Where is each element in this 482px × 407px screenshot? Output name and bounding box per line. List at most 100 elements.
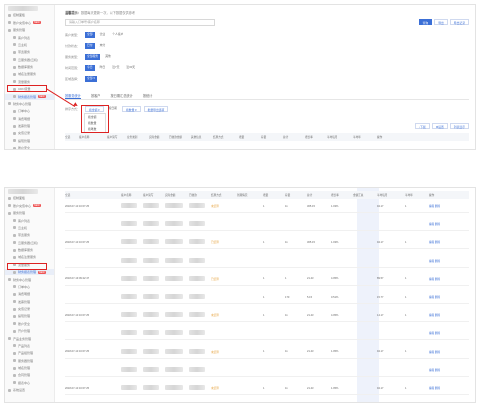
sidebar-item[interactable]: 消费明细 [5, 291, 54, 297]
row-actions: 编辑 删除 [429, 204, 449, 208]
sidebar-item[interactable]: 提现管理 [5, 313, 54, 319]
sidebar-item[interactable]: 服务管理 [5, 210, 54, 216]
sidebar-item[interactable]: 云主机 [5, 42, 54, 48]
column-header: 其他信息 [191, 136, 202, 139]
sidebar-item[interactable]: 产品列表 [5, 343, 54, 349]
tab[interactable]: 按日期汇总统计 [111, 92, 133, 99]
table-row: 2018-07-13 16:07:25 未结算 1 11 21.43 1.05% 94.17… [65, 382, 469, 395]
batch-export-button[interactable]: 批量导出选项 [143, 106, 169, 112]
filter-chip[interactable]: 已付 [85, 43, 95, 49]
filter-chip[interactable]: 近7天 [110, 65, 121, 71]
sidebar-item[interactable]: 流量服务 [5, 79, 54, 85]
sidebar-item[interactable]: 系统设置 [5, 387, 54, 393]
sidebar-item[interactable]: 域名注册服务 [5, 254, 54, 260]
filter-label: 服务类型： [65, 54, 81, 59]
sidebar-item[interactable]: 账户安全 [5, 321, 54, 327]
sidebar-item[interactable]: 产品业务管理 [5, 336, 54, 342]
sidebar-item[interactable]: 财务报表管理 NEW [5, 93, 54, 100]
received [189, 348, 211, 355]
blurred-value [165, 348, 183, 354]
blurred-value [165, 221, 183, 227]
sidebar-item[interactable]: 账户充值中心 NEW [5, 20, 54, 26]
filter-chip[interactable]: 全部 [85, 32, 95, 38]
sidebar-item[interactable]: 充值记录 [5, 306, 54, 312]
sidebar-item[interactable]: 发票管理 [5, 123, 54, 129]
menu-icon [13, 329, 16, 333]
row-action-link[interactable]: 删除 [435, 314, 440, 317]
sidebar-item[interactable]: 开户管理 [5, 328, 54, 334]
sidebar-item[interactable]: 云主机 [5, 225, 54, 231]
filter-chip[interactable]: 全部服务 [85, 54, 101, 60]
tab[interactable]: 按客户 [91, 92, 101, 99]
row-action-link[interactable]: 删除 [435, 369, 440, 372]
sidebar-item[interactable]: 服务管理 [5, 27, 54, 33]
sidebar-item[interactable]: 服务器管理 [5, 358, 54, 364]
amount [165, 239, 189, 245]
sidebar-item-label: 域名注册服务 [18, 72, 37, 77]
sidebar-item[interactable]: 报表中心 [5, 380, 54, 386]
filter-row: 区域选择： 全部 ▾ [65, 76, 97, 82]
growth-rate: 1.03% [331, 240, 339, 244]
blurred-value [143, 203, 159, 208]
sidebar-item[interactable]: 订单中心 [5, 108, 54, 114]
row-action-link[interactable]: 删除 [435, 387, 440, 390]
tab[interactable]: 按服务统计 [65, 92, 81, 99]
filter-chip[interactable]: 企业 [98, 32, 108, 38]
sidebar-item[interactable]: 客户列表 [5, 218, 54, 224]
tab[interactable]: 按统计 [143, 92, 153, 99]
sidebar-item[interactable]: 消费明细 [5, 116, 54, 122]
sidebar-item[interactable]: 控制面板 [5, 12, 54, 18]
filter-chip[interactable]: 昨日 [98, 65, 108, 71]
sidebar-item[interactable]: 云服务器(云机) [5, 240, 54, 246]
row-action-link[interactable]: 删除 [435, 223, 440, 226]
row-action-link[interactable]: 删除 [435, 278, 440, 281]
table-tool-button[interactable]: ↓下载 [414, 123, 430, 129]
blurred-value [143, 348, 159, 354]
top-button[interactable]: 导出 [434, 19, 448, 25]
filter-chip[interactable]: 近30天 [124, 65, 137, 71]
sidebar-item[interactable]: 订单中心 [5, 284, 54, 290]
top-button[interactable]: 导出记录 [449, 19, 469, 25]
sidebar-item[interactable]: 账户安全 [5, 145, 54, 149]
blurred-value [189, 348, 205, 354]
row-action-link[interactable]: 删除 [435, 332, 440, 335]
sidebar-item[interactable]: 账户充值中心 NEW [5, 203, 54, 209]
sidebar-item[interactable]: 域名管理 [5, 365, 54, 371]
row-action-link[interactable]: 删除 [435, 296, 440, 299]
row-action-link[interactable]: 删除 [435, 351, 440, 354]
sidebar-item[interactable]: 财务中心管理 [5, 277, 54, 283]
column-header: 到期情况 [237, 194, 248, 197]
sidebar-item[interactable]: 域名注册服务 [5, 71, 54, 77]
sort-by-count[interactable]: 按数量 ▾ [121, 106, 141, 112]
column-header: 操作 [377, 136, 383, 139]
filter-chip[interactable]: 今日 [85, 65, 95, 71]
filter-row: 付款状态： 已付 未付 [65, 43, 107, 49]
row-date: 2018-07-19 09:22:47 [65, 277, 90, 281]
table-tool-button[interactable]: ⚙设置 [431, 123, 448, 129]
sidebar-item[interactable]: 数据库服务 [5, 247, 54, 253]
row-action-link[interactable]: 删除 [435, 205, 440, 208]
sidebar-item-label: 提现管理 [18, 138, 31, 143]
sidebar-item[interactable]: 产品组管理 [5, 350, 54, 356]
filter-chip[interactable]: 个人客户 [110, 32, 125, 38]
sidebar-item[interactable]: 数据库服务 [5, 64, 54, 70]
sidebar-item[interactable]: 充值记录 [5, 130, 54, 136]
sidebar-item[interactable]: 带宽服务 [5, 232, 54, 238]
sidebar-item[interactable]: 发票管理 [5, 299, 54, 305]
filter-chip[interactable]: 其他 [103, 54, 113, 60]
filter-chip[interactable]: 未付 [98, 43, 108, 49]
sidebar-item[interactable]: 财务中心管理 [5, 101, 54, 107]
table-tool-button[interactable]: 列表显示 [449, 123, 469, 129]
search-input[interactable]: 请输入订单号/客户名称 [65, 19, 215, 26]
sidebar-item[interactable]: 财务报表管理 NEW [5, 269, 54, 276]
top-button[interactable]: 查询 [418, 19, 433, 25]
row-action-link[interactable]: 删除 [435, 260, 440, 263]
sidebar-item[interactable]: 控制面板 [5, 195, 54, 201]
row-action-link[interactable]: 删除 [435, 241, 440, 244]
filter-chip[interactable]: 全部 ▾ [85, 76, 97, 82]
sidebar-item[interactable]: 提现管理 [5, 138, 54, 144]
sidebar-item[interactable]: 客户列表 [5, 35, 54, 41]
sidebar-item[interactable]: 带宽服务 [5, 49, 54, 55]
sidebar-item[interactable]: 云服务器(云机) [5, 57, 54, 63]
sidebar-item[interactable]: 合同管理 [5, 372, 54, 378]
